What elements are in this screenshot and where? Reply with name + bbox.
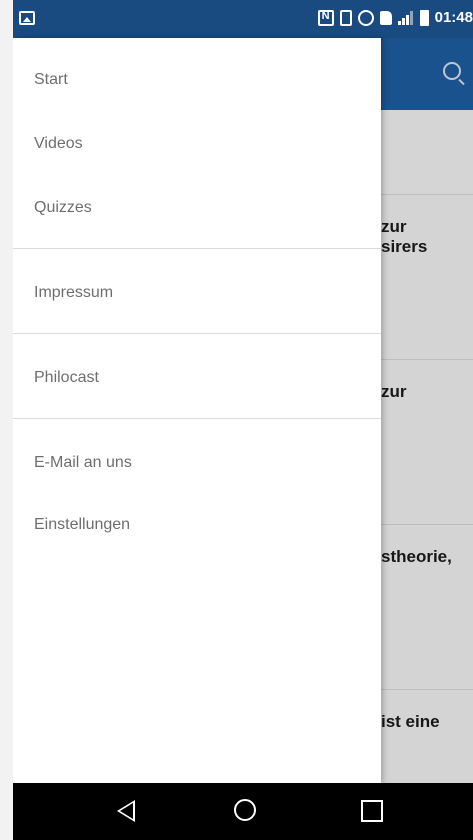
home-icon[interactable]: [234, 799, 256, 821]
gallery-icon: [19, 11, 35, 25]
drawer-divider: [13, 248, 381, 249]
drawer-item-label: Impressum: [34, 284, 114, 301]
status-time: 01:48: [434, 9, 473, 26]
drawer-item-impressum[interactable]: Impressum: [13, 267, 381, 319]
drawer-item-email[interactable]: E-Mail an uns: [13, 437, 381, 489]
vibrate-icon: [339, 9, 352, 26]
phone-screen: 01:48 zur sirers zur stheorie, ist eine …: [13, 0, 473, 840]
drawer-item-label: Einstellungen: [34, 516, 131, 533]
signal-icon: [397, 10, 414, 25]
status-icons: 01:48: [317, 9, 473, 26]
alarm-icon: [357, 9, 374, 26]
drawer-item-philocast[interactable]: Philocast: [13, 352, 381, 404]
nfc-icon: [317, 9, 334, 26]
drawer-item-start[interactable]: Start: [13, 54, 381, 106]
drawer-divider: [13, 333, 381, 334]
sim-icon: [379, 10, 392, 25]
drawer-item-settings[interactable]: Einstellungen: [13, 499, 381, 551]
drawer-item-label: Start: [34, 71, 68, 88]
drawer-item-label: E-Mail an uns: [34, 454, 132, 471]
system-nav-bar: [13, 783, 473, 840]
back-icon[interactable]: [117, 800, 135, 822]
recent-apps-icon[interactable]: [361, 800, 383, 822]
drawer-item-label: Philocast: [34, 369, 99, 386]
battery-icon: [419, 9, 429, 26]
navigation-drawer: Start Videos Quizzes Impressum Philocast…: [13, 38, 381, 783]
drawer-item-quizzes[interactable]: Quizzes: [13, 182, 381, 234]
drawer-item-videos[interactable]: Videos: [13, 118, 381, 170]
drawer-divider: [13, 418, 381, 419]
drawer-item-label: Quizzes: [34, 199, 92, 216]
status-bar: 01:48: [13, 0, 473, 38]
drawer-item-label: Videos: [34, 135, 83, 152]
